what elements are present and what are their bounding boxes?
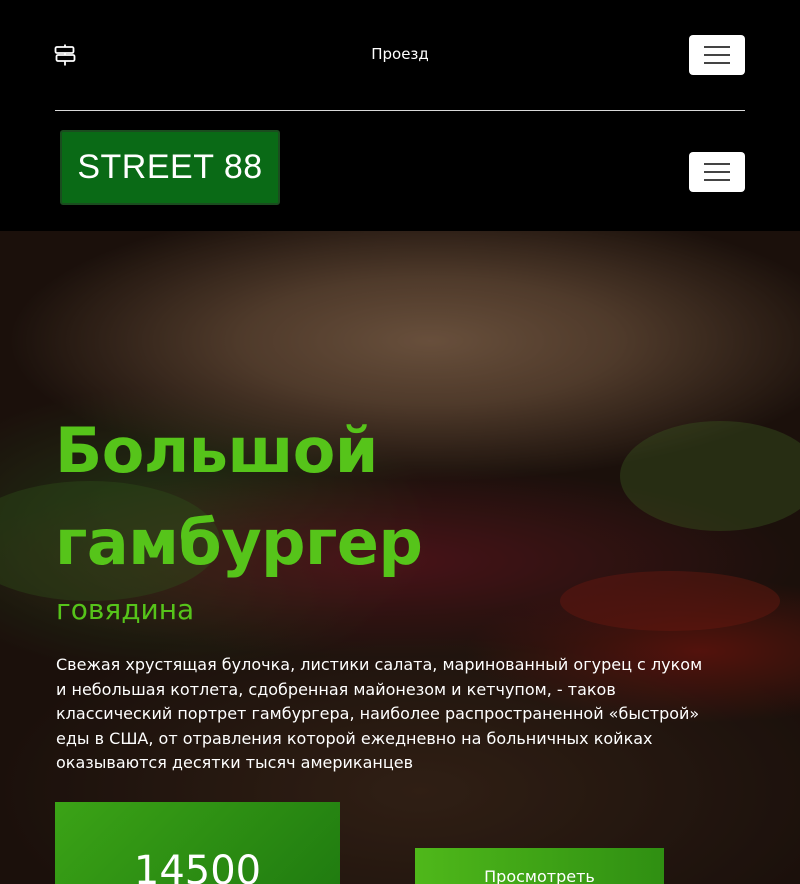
hamburger-icon-line bbox=[704, 62, 730, 64]
main-menu-toggle-button[interactable] bbox=[689, 152, 745, 192]
hamburger-icon-line bbox=[704, 179, 730, 181]
hero-description: Свежая хрустящая булочка, листики салата… bbox=[56, 655, 703, 772]
hero-subtitle: говядина bbox=[56, 593, 195, 626]
hamburger-icon-line bbox=[704, 163, 730, 165]
view-button[interactable]: Просмотреть bbox=[415, 848, 664, 884]
site-logo[interactable]: STREET 88 bbox=[60, 130, 280, 205]
top-menu-toggle-button[interactable] bbox=[689, 35, 745, 75]
hamburger-icon-line bbox=[704, 54, 730, 56]
top-bar: Проезд bbox=[0, 0, 800, 110]
brand-bar: STREET 88 bbox=[0, 111, 800, 231]
hamburger-icon-line bbox=[704, 46, 730, 48]
price-box: 14500 bbox=[55, 802, 340, 884]
hero-title: Большой гамбургер bbox=[55, 414, 423, 579]
hamburger-icon-line bbox=[704, 171, 730, 173]
route-link[interactable]: Проезд bbox=[0, 45, 800, 63]
price-value: 14500 bbox=[133, 848, 262, 884]
hero-section: Большой гамбургер говядина Свежая хрустя… bbox=[0, 231, 800, 884]
